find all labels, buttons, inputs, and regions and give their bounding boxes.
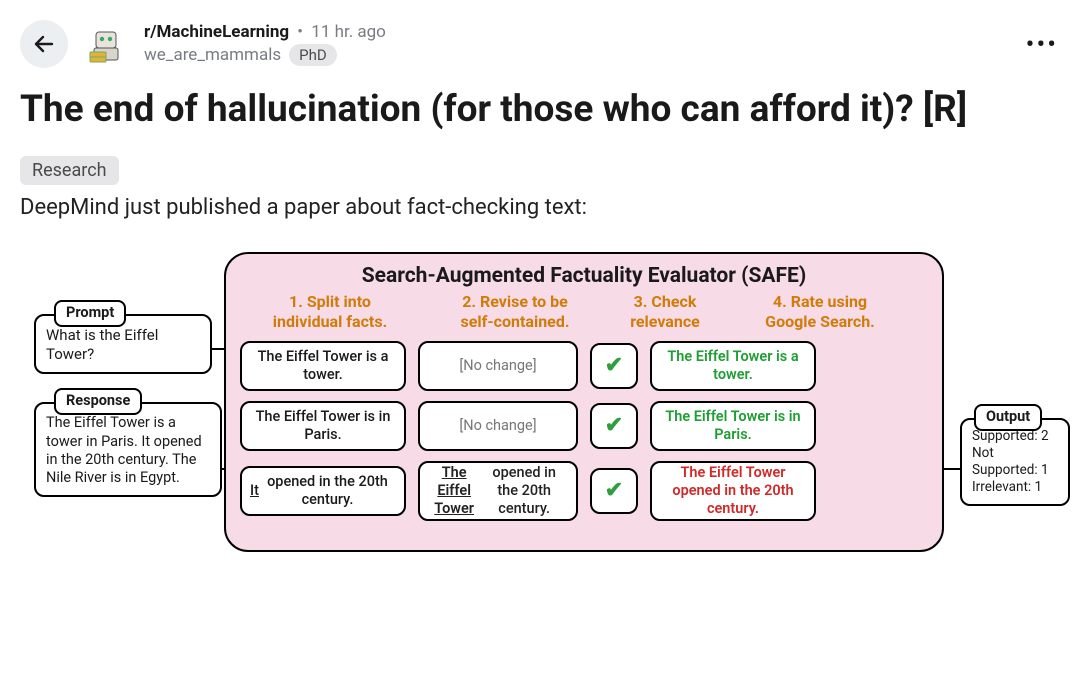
revise-cell: [No change] <box>418 401 578 451</box>
safe-title: Search-Augmented Factuality Evaluator (S… <box>240 264 928 288</box>
check-cell: ✔ <box>590 343 638 389</box>
check-cell: ✔ <box>590 403 638 449</box>
response-text: The Eiffel Tower is a tower in Paris. It… <box>46 414 210 487</box>
meta-bottom-line: we_are_mammals PhD <box>144 44 386 66</box>
prompt-block: Prompt What is the Eiffel Tower? <box>34 314 212 374</box>
author-link[interactable]: we_are_mammals <box>144 45 281 65</box>
rate-cell: The Eiffel Tower is a tower. <box>650 341 816 391</box>
fact-cell: It opened in the 20th century. <box>240 466 406 516</box>
ellipsis-icon: ••• <box>1026 30 1058 60</box>
rate-cell: The Eiffel Tower is in Paris. <box>650 401 816 451</box>
revise-cell: [No change] <box>418 341 578 391</box>
safe-container: Search-Augmented Factuality Evaluator (S… <box>224 252 944 552</box>
step-2-header: 2. Revise to beself-contained. <box>420 292 610 330</box>
step-1-header: 1. Split intoindividual facts. <box>240 292 420 330</box>
connector-line <box>942 468 962 470</box>
safe-row: It opened in the 20th century. The Eiffe… <box>240 461 928 521</box>
rate-cell: The Eiffel Tower opened in the 20th cent… <box>650 461 816 521</box>
more-options-button[interactable]: ••• <box>1026 30 1058 60</box>
revise-cell: The Eiffel Tower opened in the 20th cent… <box>418 461 578 521</box>
safe-row: The Eiffel Tower is in Paris. [No change… <box>240 401 928 451</box>
post-title: The end of hallucination (for those who … <box>20 88 1060 132</box>
output-line-3: Irrelevant: 1 <box>972 479 1058 496</box>
safe-rows: The Eiffel Tower is a tower. [No change]… <box>240 341 928 521</box>
post-body-text: DeepMind just published a paper about fa… <box>20 195 1060 220</box>
fact-cell: The Eiffel Tower is in Paris. <box>240 401 406 451</box>
separator-dot: • <box>297 22 303 42</box>
prompt-label: Prompt <box>54 300 126 326</box>
prompt-text: What is the Eiffel Tower? <box>46 326 200 364</box>
safe-diagram: Search-Augmented Factuality Evaluator (S… <box>24 238 1056 558</box>
author-flair: PhD <box>289 44 337 66</box>
post-meta: r/MachineLearning • 11 hr. ago we_are_ma… <box>144 22 386 66</box>
post-link-flair[interactable]: Research <box>20 156 119 185</box>
output-block: Output Supported: 2 Not Supported: 1 Irr… <box>960 418 1070 506</box>
check-cell: ✔ <box>590 468 638 514</box>
step-4-header: 4. Rate usingGoogle Search. <box>720 292 920 330</box>
post-header: r/MachineLearning • 11 hr. ago we_are_ma… <box>0 0 1080 78</box>
back-button[interactable] <box>20 20 68 68</box>
fact-cell: The Eiffel Tower is a tower. <box>240 341 406 391</box>
safe-step-headers: 1. Split intoindividual facts. 2. Revise… <box>240 292 928 330</box>
output-line-1: Supported: 2 <box>972 428 1058 445</box>
meta-top-line: r/MachineLearning • 11 hr. ago <box>144 22 386 42</box>
output-line-2: Not Supported: 1 <box>972 445 1058 479</box>
robot-icon <box>84 22 128 66</box>
subreddit-avatar[interactable] <box>82 20 130 68</box>
response-label: Response <box>54 388 142 414</box>
step-3-header: 3. Checkrelevance <box>610 292 720 330</box>
safe-row: The Eiffel Tower is a tower. [No change]… <box>240 341 928 391</box>
response-block: Response The Eiffel Tower is a tower in … <box>34 402 222 497</box>
post-age: 11 hr. ago <box>311 22 386 42</box>
output-label: Output <box>974 404 1042 430</box>
arrow-left-icon <box>32 32 56 56</box>
subreddit-link[interactable]: r/MachineLearning <box>144 22 289 42</box>
